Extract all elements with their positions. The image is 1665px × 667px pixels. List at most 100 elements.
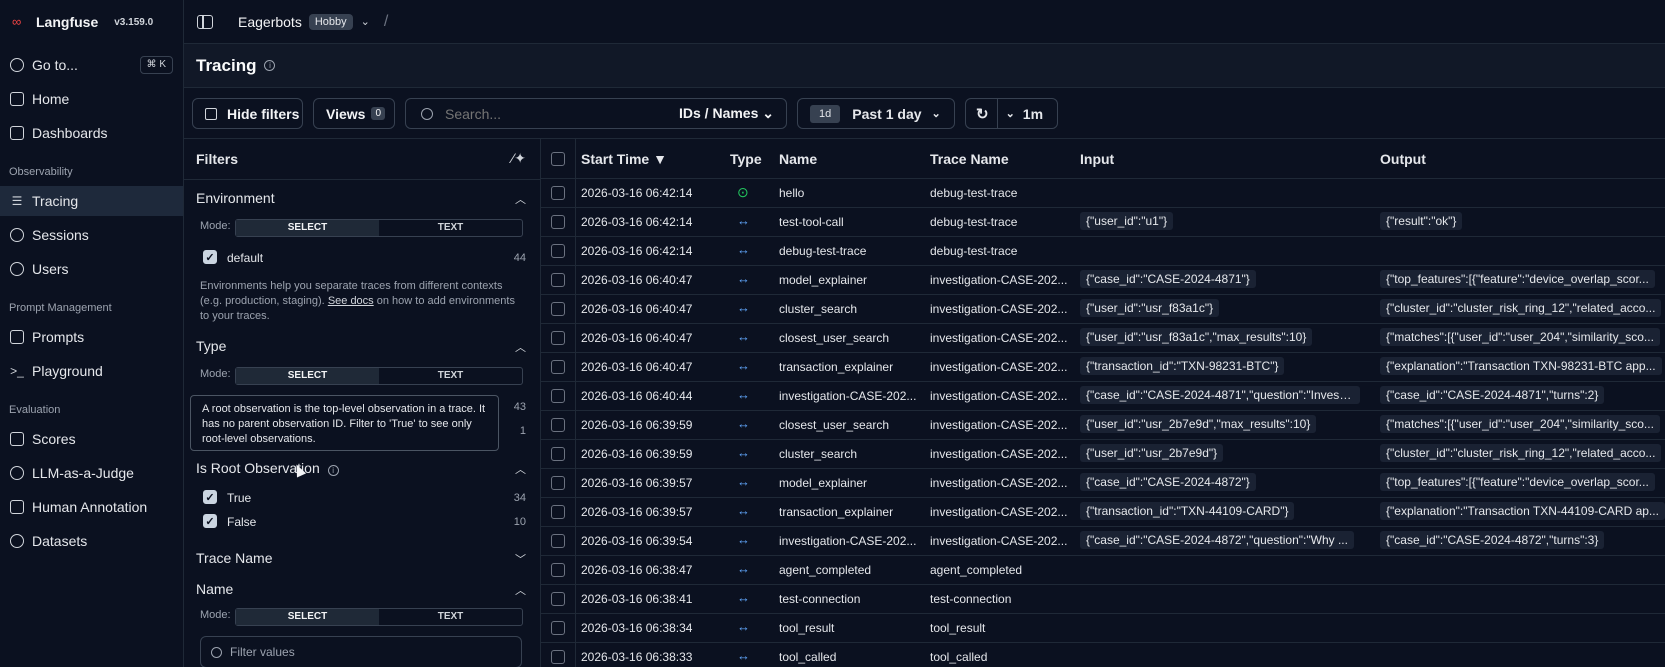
row-checkbox[interactable] — [551, 563, 565, 577]
cell-name[interactable]: closest_user_search — [779, 331, 925, 345]
cell-input[interactable]: {"user_id":"usr_f83a1c"} — [1080, 299, 1220, 317]
header-input[interactable]: Input — [1080, 151, 1114, 167]
cell-output[interactable]: {"case_id":"CASE-2024-4871","turns":2} — [1380, 386, 1605, 404]
table-row[interactable]: 2026-03-16 06:38:47 ↔ agent_completed agent… — [541, 556, 1665, 585]
mode-select-option[interactable]: SELECT — [236, 609, 379, 625]
sidebar-item-llm-as-a-judge[interactable]: LLM-as-a-Judge — [0, 458, 183, 488]
goto-button[interactable]: Go to... ⌘ K — [0, 50, 183, 80]
row-checkbox[interactable] — [551, 360, 565, 374]
section-title-is-root-observation[interactable]: Is Root Observation i — [196, 460, 339, 476]
search-scope-select[interactable]: IDs / Names ⌄ — [679, 105, 774, 122]
table-row[interactable]: 2026-03-16 06:42:14 ↔ debug-test-trace debu… — [541, 237, 1665, 266]
cell-input[interactable]: {"transaction_id":"TXN-44109-CARD"} — [1080, 502, 1295, 520]
info-icon[interactable]: i — [327, 465, 339, 476]
refresh-control[interactable]: ↻ ⌄ 1m — [965, 98, 1058, 129]
cell-output[interactable]: {"explanation":"Transaction TXN-98231-BT… — [1380, 357, 1662, 375]
row-checkbox[interactable] — [551, 389, 565, 403]
section-title-trace-name[interactable]: Trace Name — [196, 550, 273, 566]
chevron-down-icon[interactable]: ⌄ — [361, 15, 370, 28]
cell-name[interactable]: transaction_explainer — [779, 360, 925, 374]
select-all-checkbox[interactable] — [551, 152, 565, 166]
row-checkbox[interactable] — [551, 447, 565, 461]
table-row[interactable]: 2026-03-16 06:39:57 ↔ model_explainer inves… — [541, 469, 1665, 498]
table-row[interactable]: 2026-03-16 06:38:33 ↔ tool_called tool_call… — [541, 643, 1665, 667]
mode-select-option[interactable]: SELECT — [236, 220, 379, 236]
cell-name[interactable]: test-connection — [779, 592, 925, 606]
cell-trace-name[interactable]: investigation-CASE-202... — [930, 360, 1075, 374]
sidebar-item-dashboards[interactable]: Dashboards — [0, 118, 183, 148]
cell-output[interactable]: {"matches":[{"user_id":"user_204","simil… — [1380, 328, 1660, 346]
row-checkbox[interactable] — [551, 505, 565, 519]
checkbox-false[interactable]: ✓ — [203, 514, 217, 528]
magic-wand-icon[interactable]: ⁄✦ — [512, 150, 526, 167]
cell-output[interactable]: {"explanation":"Transaction TXN-44109-CA… — [1380, 502, 1665, 520]
cell-trace-name[interactable]: debug-test-trace — [930, 215, 1075, 229]
cell-name[interactable]: debug-test-trace — [779, 244, 925, 258]
cell-input[interactable]: {"user_id":"usr_2b7e9d"} — [1080, 444, 1224, 462]
cell-name[interactable]: cluster_search — [779, 302, 925, 316]
table-row[interactable]: 2026-03-16 06:42:14 ⊙ hello debug-test-trac… — [541, 179, 1665, 208]
cell-input[interactable]: {"user_id":"u1"} — [1080, 212, 1174, 230]
cell-name[interactable]: agent_completed — [779, 563, 925, 577]
date-range-picker[interactable]: 1d Past 1 day ⌄ — [797, 98, 955, 129]
row-checkbox[interactable] — [551, 215, 565, 229]
table-row[interactable]: 2026-03-16 06:40:47 ↔ model_explainer inves… — [541, 266, 1665, 295]
sidebar-item-tracing[interactable]: ☰ Tracing — [0, 186, 183, 216]
cell-trace-name[interactable]: investigation-CASE-202... — [930, 302, 1075, 316]
row-checkbox[interactable] — [551, 418, 565, 432]
cell-trace-name[interactable]: investigation-CASE-202... — [930, 273, 1075, 287]
table-row[interactable]: 2026-03-16 06:42:14 ↔ test-tool-call debug-… — [541, 208, 1665, 237]
section-title-type[interactable]: Type — [196, 338, 226, 354]
row-checkbox[interactable] — [551, 302, 565, 316]
cell-trace-name[interactable]: tool_result — [930, 621, 1075, 635]
hide-filters-button[interactable]: Hide filters — [192, 98, 303, 129]
cell-output[interactable]: {"result":"ok"} — [1380, 212, 1463, 230]
checkbox-default[interactable]: ✓ — [203, 250, 217, 264]
cell-input[interactable]: {"case_id":"CASE-2024-4872"} — [1080, 473, 1256, 491]
cell-name[interactable]: transaction_explainer — [779, 505, 925, 519]
cell-input[interactable]: {"case_id":"CASE-2024-4872","question":"… — [1080, 531, 1354, 549]
filter-values-input[interactable]: Filter values — [200, 636, 522, 667]
cell-trace-name[interactable]: tool_called — [930, 650, 1075, 664]
section-title-environment[interactable]: Environment — [196, 190, 275, 206]
cell-trace-name[interactable]: investigation-CASE-202... — [930, 447, 1075, 461]
row-checkbox[interactable] — [551, 534, 565, 548]
table-row[interactable]: 2026-03-16 06:40:47 ↔ transaction_explaine… — [541, 353, 1665, 382]
info-icon[interactable]: i — [264, 60, 276, 71]
row-checkbox[interactable] — [551, 592, 565, 606]
sidebar-item-sessions[interactable]: Sessions — [0, 220, 183, 250]
cell-trace-name[interactable]: test-connection — [930, 592, 1075, 606]
cell-name[interactable]: tool_called — [779, 650, 925, 664]
sidebar-item-home[interactable]: Home — [0, 84, 183, 114]
cell-name[interactable]: cluster_search — [779, 447, 925, 461]
row-checkbox[interactable] — [551, 476, 565, 490]
cell-trace-name[interactable]: investigation-CASE-202... — [930, 505, 1075, 519]
table-row[interactable]: 2026-03-16 06:40:47 ↔ closest_user_search i… — [541, 324, 1665, 353]
mode-select-option[interactable]: SELECT — [236, 368, 379, 384]
cell-name[interactable]: tool_result — [779, 621, 925, 635]
see-docs-link[interactable]: See docs — [328, 295, 374, 307]
views-button[interactable]: Views 0 — [313, 98, 395, 129]
table-row[interactable]: 2026-03-16 06:38:41 ↔ test-connection test-… — [541, 585, 1665, 614]
cell-input[interactable]: {"case_id":"CASE-2024-4871"} — [1080, 270, 1256, 288]
cell-trace-name[interactable]: investigation-CASE-202... — [930, 476, 1075, 490]
checkbox-true[interactable]: ✓ — [203, 490, 217, 504]
table-row[interactable]: 2026-03-16 06:39:59 ↔ closest_user_search i… — [541, 411, 1665, 440]
cell-input[interactable]: {"user_id":"usr_f83a1c","max_results":10… — [1080, 328, 1313, 346]
mode-text-option[interactable]: TEXT — [379, 220, 522, 236]
search-input[interactable] — [445, 105, 665, 122]
cell-output[interactable]: {"cluster_id":"cluster_risk_ring_12","re… — [1380, 299, 1662, 317]
mode-text-option[interactable]: TEXT — [379, 609, 522, 625]
sidebar-item-prompts[interactable]: Prompts — [0, 322, 183, 352]
cell-input[interactable]: {"user_id":"usr_2b7e9d","max_results":10… — [1080, 415, 1317, 433]
cell-name[interactable]: model_explainer — [779, 476, 925, 490]
cell-name[interactable]: model_explainer — [779, 273, 925, 287]
table-row[interactable]: 2026-03-16 06:39:54 ↔ investigation-CASE-2… — [541, 527, 1665, 556]
row-checkbox[interactable] — [551, 186, 565, 200]
cell-output[interactable]: {"case_id":"CASE-2024-4872","turns":3} — [1380, 531, 1605, 549]
cell-name[interactable]: hello — [779, 186, 925, 200]
cell-name[interactable]: test-tool-call — [779, 215, 925, 229]
cell-name[interactable]: closest_user_search — [779, 418, 925, 432]
header-type[interactable]: Type — [730, 151, 762, 167]
header-start-time[interactable]: Start Time ▼ — [581, 151, 667, 167]
